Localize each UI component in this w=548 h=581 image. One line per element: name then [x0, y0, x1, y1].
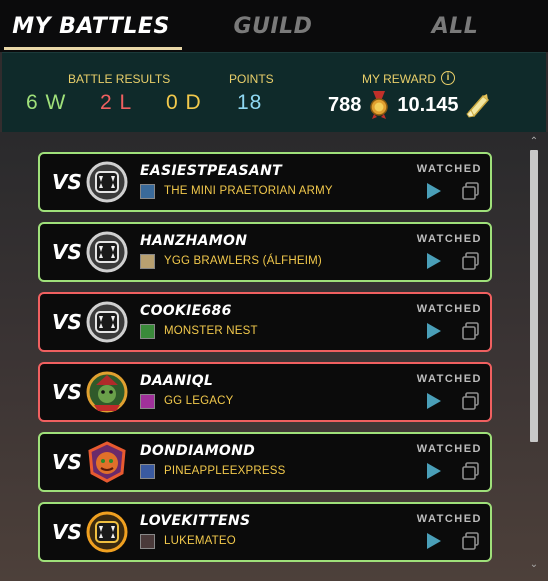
- scroll-down-icon[interactable]: ⌄: [528, 559, 540, 571]
- guild-crest-icon: [140, 464, 155, 479]
- guild-crest-icon: [140, 394, 155, 409]
- points-value: 18: [237, 91, 263, 114]
- battle-card[interactable]: VS COOKIE686 MONSTER NEST WATCHED: [38, 292, 492, 352]
- draws-count: 0 D: [166, 91, 202, 114]
- vs-label: VS: [52, 380, 82, 404]
- vs-label: VS: [52, 170, 82, 194]
- battle-card[interactable]: VS DAANIQL GG LEGACY WATCHED: [38, 362, 492, 422]
- scrollbar[interactable]: ⌃ ⌄: [528, 136, 540, 571]
- reward-token-amount: 10.145: [397, 93, 459, 116]
- gold-fangs-avatar: [86, 511, 128, 553]
- vs-label: VS: [52, 310, 82, 334]
- tab-guild[interactable]: GUILD: [182, 0, 364, 52]
- goblin-avatar: [86, 371, 128, 413]
- watched-status: WATCHED: [416, 233, 482, 245]
- battle-results-label: BATTLE RESULTS: [68, 72, 171, 86]
- battle-card[interactable]: VS HANZHAMON YGG BRAWLERS (ÁLFHEIM) WATC…: [38, 222, 492, 282]
- info-icon[interactable]: i: [441, 71, 455, 85]
- medal-icon: [370, 91, 389, 119]
- battle-card[interactable]: VS LOVEKITTENS LUKEMATEO WATCHED: [38, 502, 492, 562]
- opponent-name[interactable]: DAANIQL: [140, 373, 213, 389]
- tab-my-battles[interactable]: MY BATTLES: [0, 0, 182, 52]
- battle-card[interactable]: VS DONDIAMOND PINEAPPLEEXPRESS WATCHED: [38, 432, 492, 492]
- copy-icon[interactable]: [462, 252, 480, 270]
- watched-status: WATCHED: [416, 513, 482, 525]
- opponent-guild: GG LEGACY: [164, 395, 234, 407]
- guild-crest-icon: [140, 254, 155, 269]
- play-icon[interactable]: [426, 392, 442, 410]
- opponent-guild: PINEAPPLEEXPRESS: [164, 465, 286, 477]
- silver-fangs-avatar: [86, 161, 128, 203]
- tab-all[interactable]: ALL: [364, 0, 546, 52]
- battle-summary: BATTLE RESULTS 6 W 2 L 0 D POINTS 18 MY …: [2, 52, 546, 132]
- guild-crest-icon: [140, 184, 155, 199]
- opponent-guild: LUKEMATEO: [164, 535, 236, 547]
- play-icon[interactable]: [426, 462, 442, 480]
- silver-fangs-avatar: [86, 301, 128, 343]
- reward-row: 788 10.145: [328, 91, 491, 119]
- scroll-thumb[interactable]: [530, 150, 538, 442]
- silver-fangs-avatar: [86, 231, 128, 273]
- vs-label: VS: [52, 240, 82, 264]
- play-icon[interactable]: [426, 532, 442, 550]
- scroll-up-icon[interactable]: ⌃: [528, 136, 540, 148]
- opponent-name[interactable]: DONDIAMOND: [140, 443, 255, 459]
- copy-icon[interactable]: [462, 532, 480, 550]
- opponent-name[interactable]: HANZHAMON: [140, 233, 247, 249]
- vs-label: VS: [52, 520, 82, 544]
- watched-status: WATCHED: [416, 443, 482, 455]
- play-icon[interactable]: [426, 182, 442, 200]
- watched-status: WATCHED: [416, 373, 482, 385]
- opponent-name[interactable]: EASIESTPEASANT: [140, 163, 282, 179]
- guild-crest-icon: [140, 534, 155, 549]
- vs-label: VS: [52, 450, 82, 474]
- orange-creature-avatar: [88, 441, 126, 483]
- play-icon[interactable]: [426, 252, 442, 270]
- watched-status: WATCHED: [416, 163, 482, 175]
- play-icon[interactable]: [426, 322, 442, 340]
- scroll-icon: [465, 94, 489, 118]
- losses-count: 2 L: [100, 91, 133, 114]
- copy-icon[interactable]: [462, 322, 480, 340]
- opponent-guild: THE MINI PRAETORIAN ARMY: [164, 185, 333, 197]
- opponent-guild: YGG BRAWLERS (ÁLFHEIM): [164, 255, 322, 267]
- battle-tabs: MY BATTLES GUILD ALL: [0, 0, 548, 52]
- points-label: POINTS: [229, 72, 274, 86]
- reward-amount: 788: [328, 93, 362, 116]
- copy-icon[interactable]: [462, 462, 480, 480]
- copy-icon[interactable]: [462, 392, 480, 410]
- copy-icon[interactable]: [462, 182, 480, 200]
- my-reward-label: MY REWARD: [362, 72, 437, 86]
- battle-card[interactable]: VS EASIESTPEASANT THE MINI PRAETORIAN AR…: [38, 152, 492, 212]
- guild-crest-icon: [140, 324, 155, 339]
- wins-count: 6 W: [26, 91, 67, 114]
- opponent-guild: MONSTER NEST: [164, 325, 258, 337]
- watched-status: WATCHED: [416, 303, 482, 315]
- opponent-name[interactable]: LOVEKITTENS: [140, 513, 250, 529]
- opponent-name[interactable]: COOKIE686: [140, 303, 232, 319]
- battle-list[interactable]: VS EASIESTPEASANT THE MINI PRAETORIAN AR…: [0, 132, 548, 581]
